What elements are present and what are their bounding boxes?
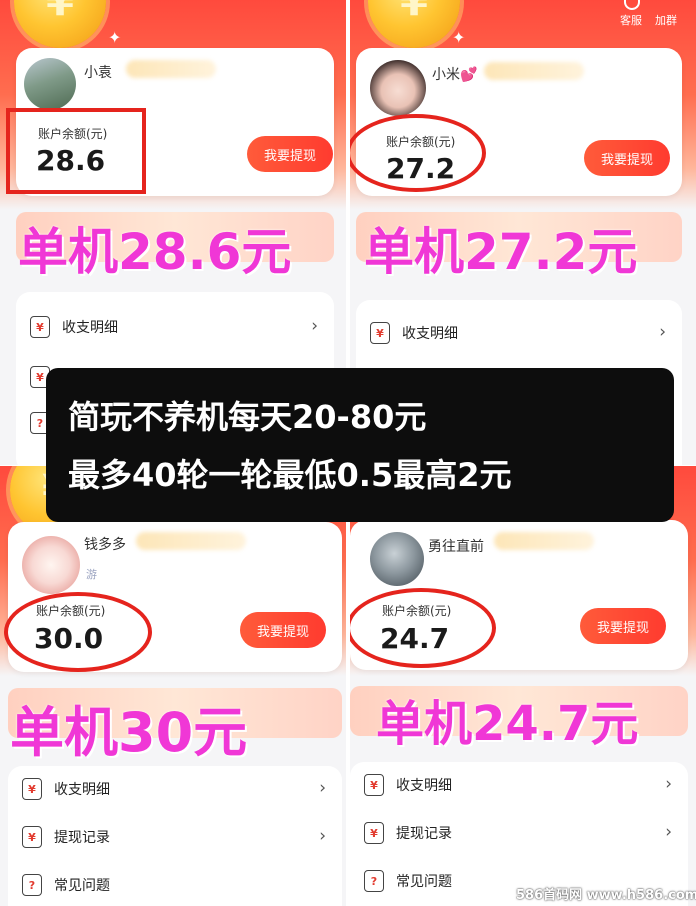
question-icon: ? xyxy=(364,870,384,892)
chevron-right-icon: › xyxy=(659,322,666,342)
headline: 单机27.2元 xyxy=(364,223,638,281)
caption-overlay: 简玩不养机每天20-80元 最多40轮一轮最低0.5最高2元 xyxy=(46,368,674,522)
menu-row-income-detail[interactable]: ¥ 收支明细 › xyxy=(350,762,688,808)
chevron-right-icon: › xyxy=(319,778,326,798)
menu-label: 收支明细 xyxy=(62,320,118,336)
user-tag xyxy=(126,60,216,78)
menu-row-income-detail[interactable]: ¥ 收支明细 › xyxy=(356,310,682,356)
menu-label: 收支明细 xyxy=(54,782,110,798)
yuan-receipt-icon: ¥ xyxy=(364,774,384,796)
highlight-circle xyxy=(350,588,496,668)
menu-row-faq[interactable]: ? 常见问题 xyxy=(8,862,342,906)
headline: 单机30元 xyxy=(10,701,248,764)
menu-row-withdraw-record[interactable]: ¥ 提现记录 › xyxy=(350,810,688,856)
username: 小袁 xyxy=(84,65,112,81)
withdraw-button[interactable]: 我要提现 xyxy=(580,608,666,644)
menu-label: 提现记录 xyxy=(396,826,452,842)
menu-label: 收支明细 xyxy=(396,778,452,794)
yuan-receipt-icon: ¥ xyxy=(22,778,42,800)
withdraw-button[interactable]: 我要提现 xyxy=(240,612,326,648)
avatar[interactable] xyxy=(24,58,76,110)
headline: 单机28.6元 xyxy=(18,223,292,281)
service-link[interactable]: 客服 xyxy=(620,12,642,28)
highlight-circle xyxy=(350,114,486,192)
clipboard-icon: ¥ xyxy=(22,826,42,848)
panel-bottom-right: ¥ 勇往直前 账户余额(元) 24.7 我要提现 单机24.7元 ¥ 收支明细 … xyxy=(350,466,696,906)
yuan-receipt-icon: ¥ xyxy=(370,322,390,344)
yuan-receipt-icon: ¥ xyxy=(30,316,50,338)
user-tag xyxy=(136,532,246,550)
chevron-right-icon: › xyxy=(665,774,672,794)
question-icon: ? xyxy=(22,874,42,896)
clipboard-icon: ¥ xyxy=(364,822,384,844)
highlight-circle xyxy=(4,592,152,672)
caption-line-1: 简玩不养机每天20-80元 xyxy=(68,398,427,436)
username: 钱多多 xyxy=(84,537,126,553)
chevron-right-icon: › xyxy=(319,826,326,846)
sparkle-icon: ✦ xyxy=(452,28,466,47)
withdraw-button[interactable]: 我要提现 xyxy=(584,140,670,176)
user-subtext: 游 xyxy=(86,568,97,581)
avatar[interactable] xyxy=(22,536,80,594)
username: 勇往直前 xyxy=(428,539,484,555)
chevron-right-icon: › xyxy=(665,822,672,842)
caption-line-2: 最多40轮一轮最低0.5最高2元 xyxy=(68,456,512,494)
chevron-right-icon: › xyxy=(311,316,318,336)
username: 小米💕 xyxy=(432,67,478,83)
menu-card: ¥ 收支明细 › ¥ 提现记录 › ? 常见问题 xyxy=(8,766,342,906)
menu-row-income-detail[interactable]: ¥ 收支明细 › xyxy=(16,304,334,350)
menu-row-income-detail[interactable]: ¥ 收支明细 › xyxy=(8,766,342,812)
user-tag xyxy=(484,62,584,80)
panel-bottom-left: ¥ 钱多多 游 账户余额(元) 30.0 我要提现 单机30元 ¥ 收支明细 ›… xyxy=(0,466,346,906)
menu-label: 常见问题 xyxy=(396,874,452,890)
highlight-box xyxy=(6,108,146,194)
user-tag xyxy=(494,532,594,550)
menu-label: 收支明细 xyxy=(402,326,458,342)
headline: 单机24.7元 xyxy=(376,696,639,752)
withdraw-button[interactable]: 我要提现 xyxy=(247,136,333,172)
menu-label: 提现记录 xyxy=(54,830,110,846)
watermark: 586首码网 www.h586.com xyxy=(516,888,696,903)
group-link[interactable]: 加群 xyxy=(655,12,677,28)
sparkle-icon: ✦ xyxy=(108,28,122,47)
menu-label: 常见问题 xyxy=(54,878,110,894)
avatar[interactable] xyxy=(370,532,424,586)
menu-row-withdraw-record[interactable]: ¥ 提现记录 › xyxy=(8,814,342,860)
avatar[interactable] xyxy=(370,60,426,116)
